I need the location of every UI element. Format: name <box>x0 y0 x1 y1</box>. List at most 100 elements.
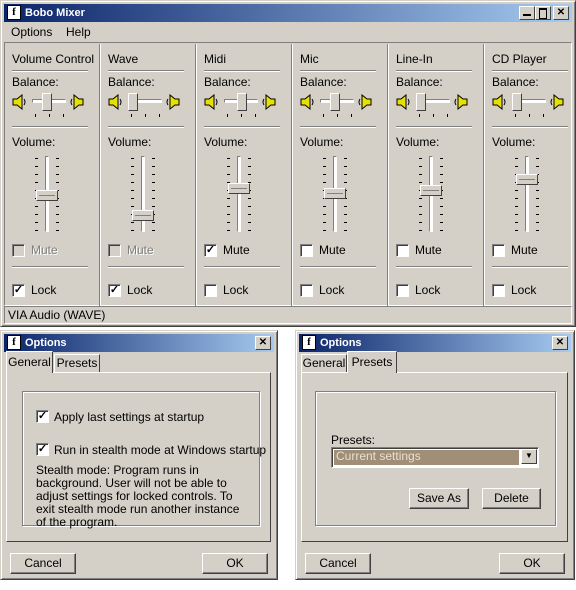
channel-strip: Wave Balance: Volume: Mute ✓ Lock <box>101 44 197 307</box>
volume-tick <box>536 230 539 231</box>
stealth-checkbox[interactable]: ✓ <box>36 443 49 456</box>
balance-slider-thumb[interactable] <box>42 93 52 111</box>
volume-label: Volume: <box>396 135 440 149</box>
lock-checkbox[interactable] <box>492 284 505 297</box>
mixer-titlebar[interactable]: f Bobo Mixer ✕ <box>4 4 572 22</box>
volume-slider-thumb[interactable] <box>420 185 442 196</box>
volume-tick <box>35 222 38 223</box>
lock-label[interactable]: Lock <box>127 283 152 297</box>
balance-slider-thumb[interactable] <box>128 93 138 111</box>
balance-slider-thumb[interactable] <box>330 93 340 111</box>
volume-tick <box>227 230 230 231</box>
lock-checkbox[interactable]: ✓ <box>108 284 121 297</box>
volume-tick <box>440 230 443 231</box>
lock-label[interactable]: Lock <box>415 283 440 297</box>
volume-tick <box>536 198 539 199</box>
close-icon[interactable]: ✕ <box>552 336 568 350</box>
volume-tick <box>56 230 59 231</box>
volume-slider-thumb[interactable] <box>132 210 154 221</box>
mute-checkbox[interactable]: ✓ <box>204 244 217 257</box>
options-presets-title: Options <box>320 337 362 349</box>
balance-slider-thumb[interactable] <box>237 93 247 111</box>
speaker-icon <box>549 93 564 111</box>
delete-button[interactable]: Delete <box>482 488 541 509</box>
volume-tick <box>344 206 347 207</box>
balance-label: Balance: <box>300 75 347 89</box>
ok-button[interactable]: OK <box>499 553 565 574</box>
volume-tick <box>344 166 347 167</box>
mixer-app-icon[interactable]: f <box>7 5 21 20</box>
volume-tick <box>515 158 518 159</box>
volume-tick <box>152 182 155 183</box>
lock-checkbox[interactable] <box>300 284 313 297</box>
volume-tick <box>344 174 347 175</box>
stealth-label[interactable]: Run in stealth mode at Windows startup <box>54 443 266 457</box>
chevron-down-icon[interactable]: ▼ <box>521 449 537 464</box>
volume-tick <box>419 158 422 159</box>
cancel-button[interactable]: Cancel <box>10 553 76 574</box>
maximize-icon[interactable] <box>535 6 551 20</box>
volume-tick <box>419 230 422 231</box>
volume-tick <box>536 190 539 191</box>
lock-checkbox[interactable] <box>396 284 409 297</box>
volume-tick <box>35 166 38 167</box>
tab-general[interactable]: General <box>6 351 53 373</box>
minimize-icon[interactable] <box>519 6 535 20</box>
volume-tick <box>56 158 59 159</box>
lock-label[interactable]: Lock <box>223 283 248 297</box>
lock-label[interactable]: Lock <box>511 283 536 297</box>
mute-label[interactable]: Mute <box>319 243 346 257</box>
close-icon[interactable]: ✕ <box>255 336 271 350</box>
tab-general[interactable]: General <box>301 354 347 372</box>
presets-select[interactable]: Current settings ▼ <box>331 447 539 468</box>
mute-label[interactable]: Mute <box>415 243 442 257</box>
delete-button-label: Delete <box>494 491 529 505</box>
mute-checkbox[interactable] <box>300 244 313 257</box>
volume-tick <box>152 174 155 175</box>
lock-label[interactable]: Lock <box>31 283 56 297</box>
lock-checkbox[interactable]: ✓ <box>12 284 25 297</box>
presets-label: Presets: <box>331 433 376 447</box>
volume-slider-thumb[interactable] <box>516 174 538 185</box>
tab-presets[interactable]: Presets <box>347 351 397 373</box>
volume-tick <box>323 222 326 223</box>
balance-slider-thumb[interactable] <box>512 93 522 111</box>
options-presets-titlebar[interactable]: f Options ✕ <box>299 334 571 352</box>
apply-last-checkbox[interactable]: ✓ <box>36 410 49 423</box>
cancel-button[interactable]: Cancel <box>305 553 371 574</box>
options-general-titlebar[interactable]: f Options ✕ <box>4 334 274 352</box>
volume-tick <box>56 174 59 175</box>
mute-checkbox[interactable] <box>108 244 121 257</box>
ok-button[interactable]: OK <box>202 553 268 574</box>
mute-label[interactable]: Mute <box>511 243 538 257</box>
mute-label[interactable]: Mute <box>127 243 154 257</box>
volume-slider-thumb[interactable] <box>324 188 346 199</box>
channel-strip: Line-In Balance: Volume: Mute Lock <box>389 44 485 307</box>
mute-checkbox[interactable] <box>492 244 505 257</box>
save-as-button[interactable]: Save As <box>409 488 469 509</box>
volume-tick <box>131 182 134 183</box>
close-icon[interactable]: ✕ <box>553 6 569 20</box>
apply-last-label[interactable]: Apply last settings at startup <box>54 410 204 424</box>
mute-checkbox[interactable] <box>12 244 25 257</box>
tab-presets[interactable]: Presets <box>54 354 100 372</box>
volume-tick <box>323 158 326 159</box>
mute-checkbox[interactable] <box>396 244 409 257</box>
volume-slider-thumb[interactable] <box>228 183 250 194</box>
channel-name: CD Player <box>492 52 547 66</box>
lock-checkbox[interactable] <box>204 284 217 297</box>
balance-slider-thumb[interactable] <box>416 93 426 111</box>
menu-options[interactable]: Options <box>11 25 52 39</box>
menu-help[interactable]: Help <box>66 25 91 39</box>
volume-tick <box>56 222 59 223</box>
channel-name: Mic <box>300 52 319 66</box>
divider <box>492 70 568 72</box>
mute-label[interactable]: Mute <box>31 243 58 257</box>
volume-slider-thumb[interactable] <box>36 190 58 201</box>
volume-track[interactable] <box>525 156 529 232</box>
volume-track[interactable] <box>237 156 241 232</box>
mute-label[interactable]: Mute <box>223 243 250 257</box>
lock-label[interactable]: Lock <box>319 283 344 297</box>
speaker-icon <box>492 93 507 111</box>
channel-strip: CD Player Balance: Volume: Mute Lock <box>485 44 576 307</box>
